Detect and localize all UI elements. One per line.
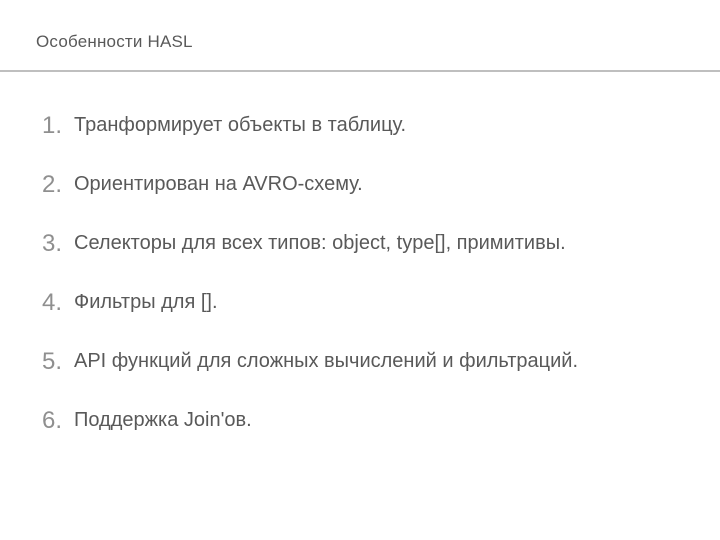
list-item: Ориентирован на AVRO-схему.: [54, 171, 700, 198]
list-item: Поддержка Join'ов.: [54, 407, 700, 434]
header-divider: [0, 70, 720, 72]
feature-list: Транформирует объекты в таблицу. Ориенти…: [20, 112, 700, 434]
list-item: Транформирует объекты в таблицу.: [54, 112, 700, 139]
slide-title: Особенности HASL: [36, 32, 720, 52]
list-item: Селекторы для всех типов: object, type[]…: [54, 230, 700, 257]
slide-header: Особенности HASL: [0, 0, 720, 52]
list-item: API функций для сложных вычислений и фил…: [54, 348, 700, 375]
slide: Особенности HASL Транформирует объекты в…: [0, 0, 720, 540]
list-item: Фильтры для [].: [54, 289, 700, 316]
slide-body: Транформирует объекты в таблицу. Ориенти…: [0, 80, 720, 434]
